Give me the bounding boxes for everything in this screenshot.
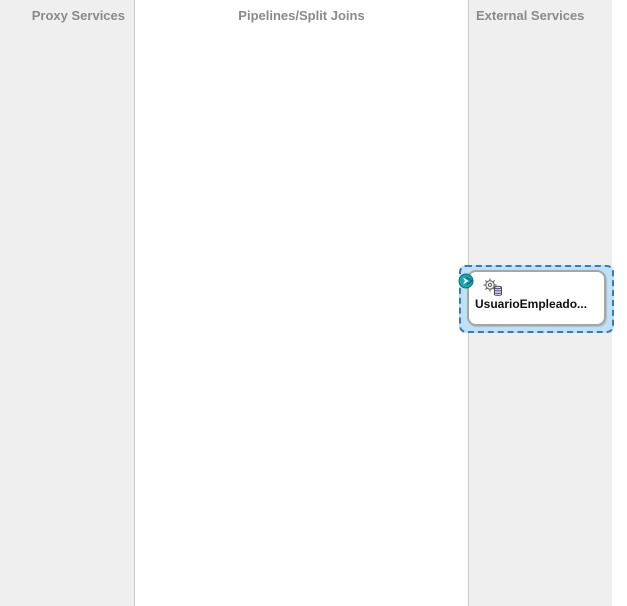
pipelines-lane[interactable]: Pipelines/Split Joins: [135, 0, 469, 606]
pipelines-title: Pipelines/Split Joins: [238, 8, 365, 23]
external-service-node[interactable]: UsuarioEmpleado...: [467, 270, 606, 326]
external-services-title: External Services: [476, 8, 585, 23]
canvas-margin: [612, 0, 627, 606]
service-label: UsuarioEmpleado...: [475, 297, 588, 311]
gear-database-icon: [483, 278, 502, 296]
proxy-services-title: Proxy Services: [31, 8, 125, 23]
proxy-services-lane[interactable]: Proxy Services: [0, 0, 135, 606]
service-port-icon[interactable]: [458, 273, 476, 289]
